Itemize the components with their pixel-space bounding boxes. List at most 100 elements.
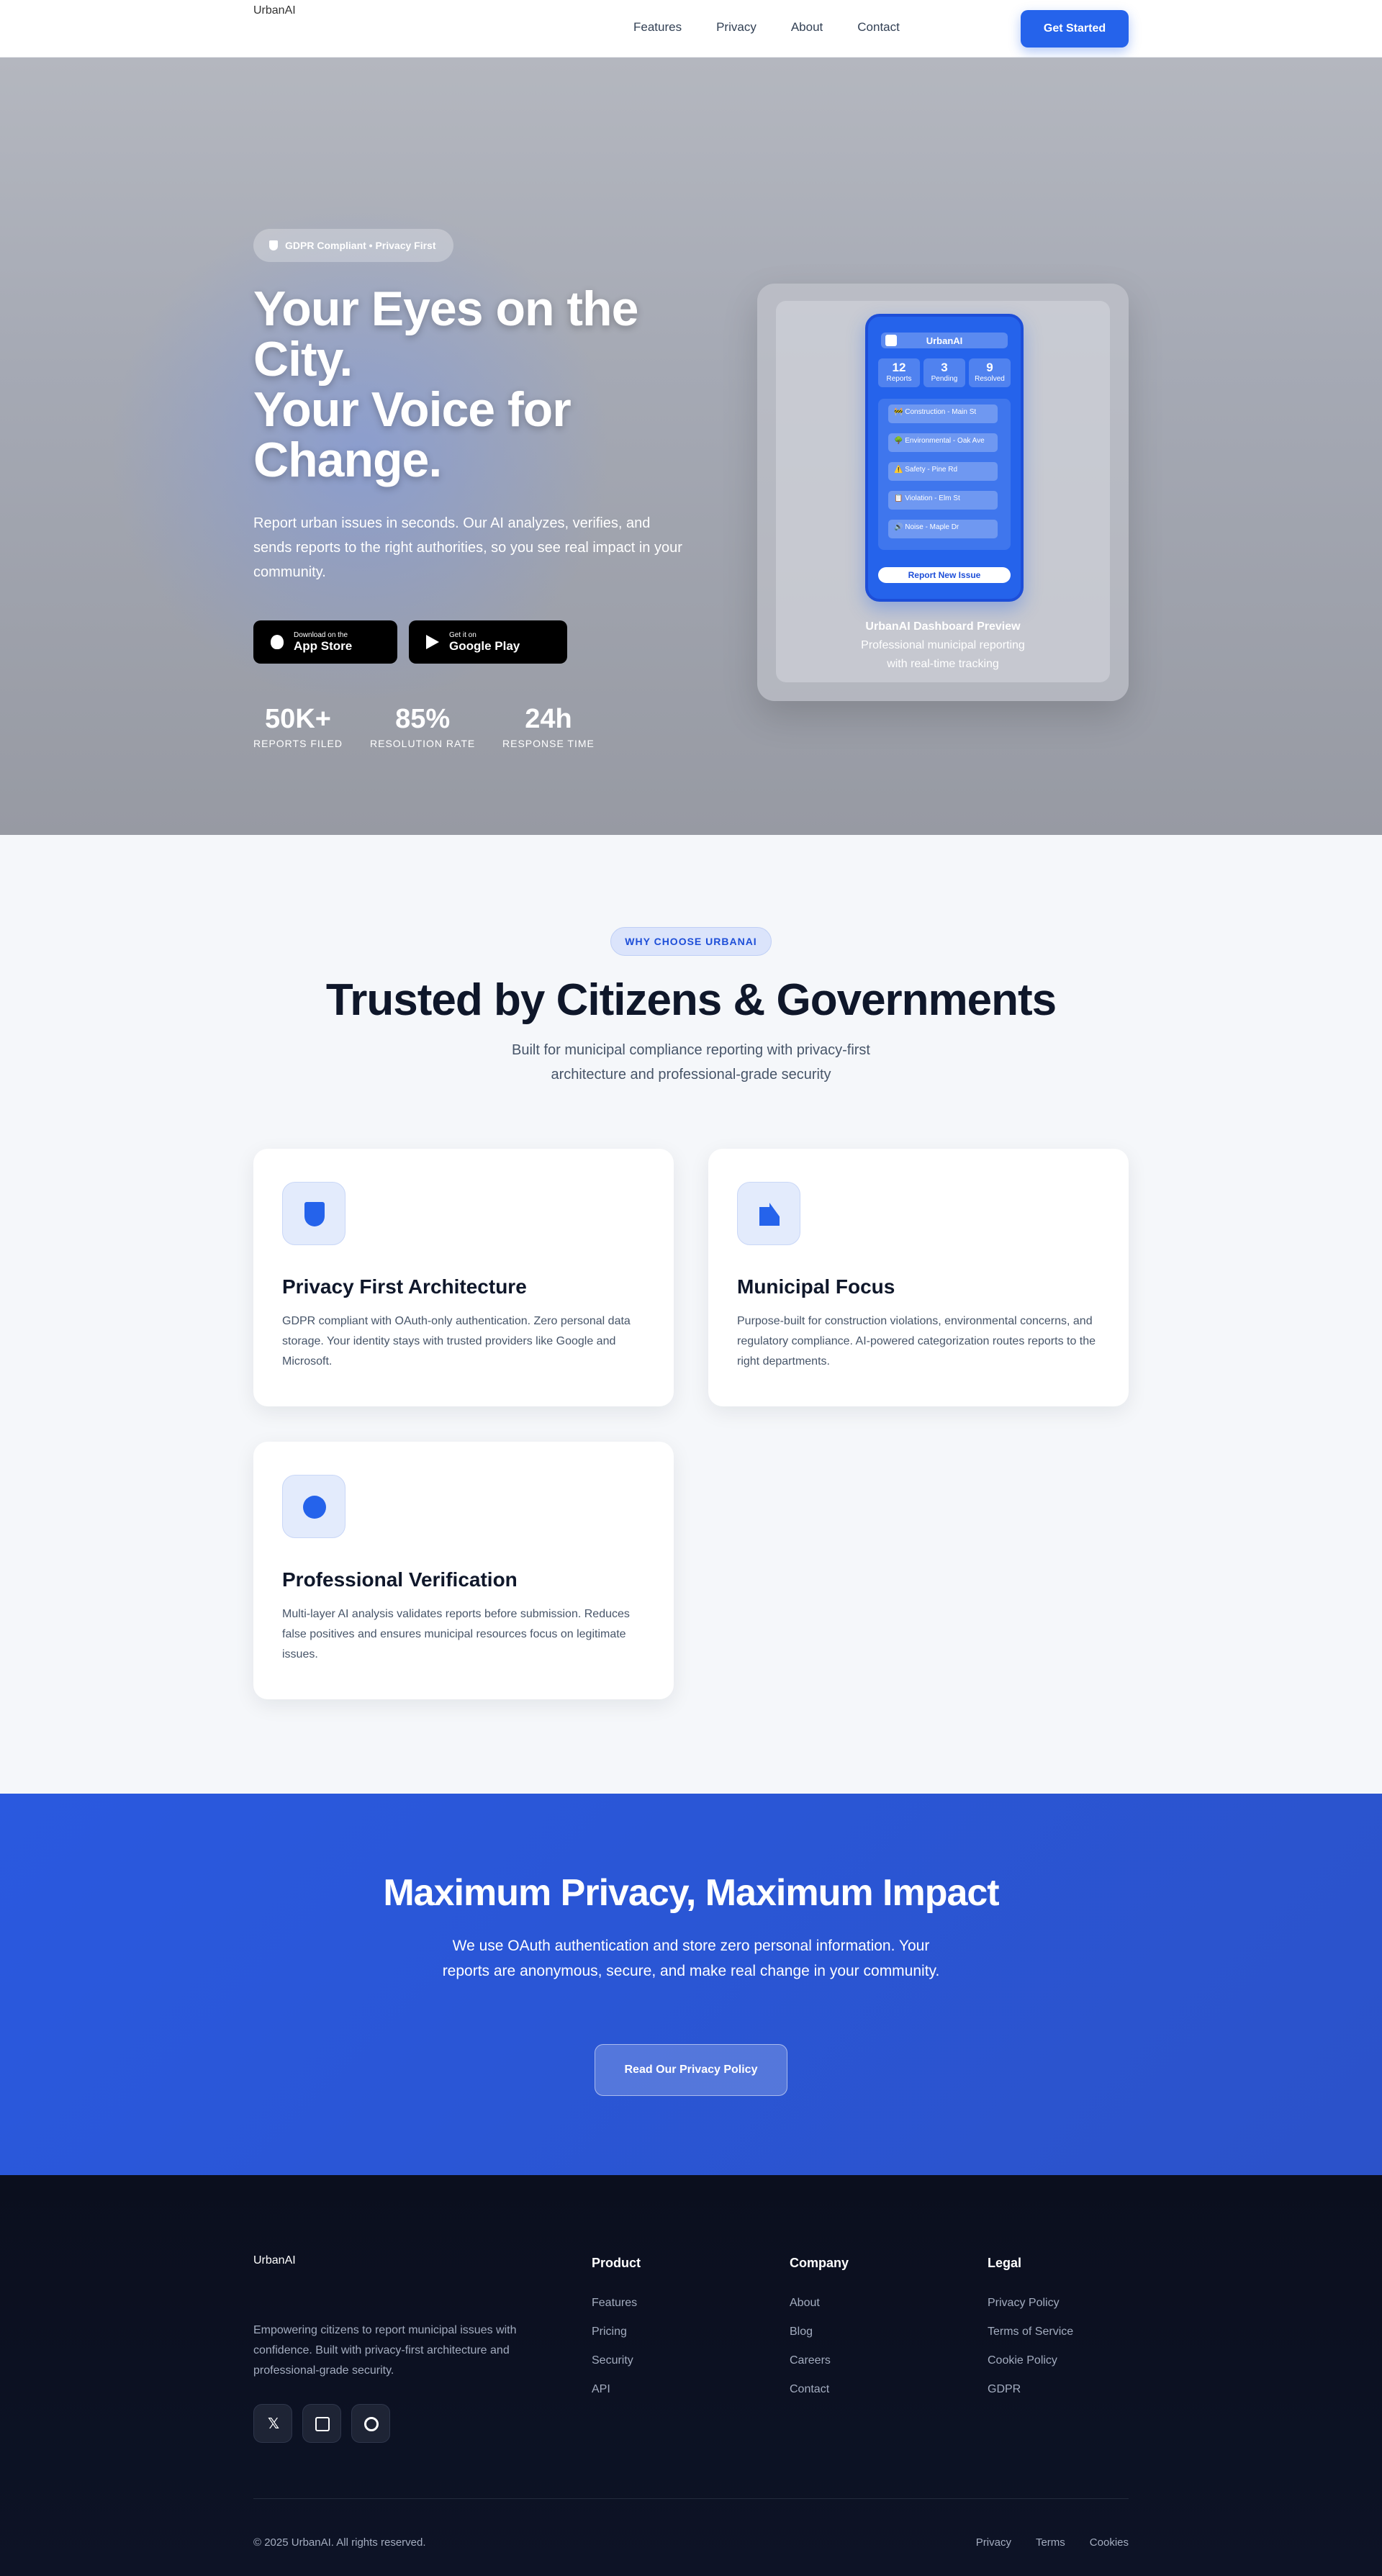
phone-stat-label: Resolved [975, 375, 1005, 383]
feature-icon-box [737, 1182, 800, 1245]
gdpr-badge: GDPR Compliant • Privacy First [253, 229, 453, 262]
footer-bottom-links: Privacy Terms Cookies [976, 2536, 1129, 2549]
google-play-button[interactable]: Get it on Google Play [409, 620, 567, 664]
footer-heading: Company [790, 2256, 849, 2270]
app-store-button[interactable]: Download on the App Store [253, 620, 397, 664]
privacy-policy-button[interactable]: Read Our Privacy Policy [595, 2044, 787, 2096]
dashboard-caption-sub: Professional municipal reporting with re… [861, 639, 1025, 670]
nav-link-features[interactable]: Features [633, 20, 682, 35]
stat-label: RESPONSE TIME [502, 738, 595, 749]
nav-link-privacy[interactable]: Privacy [716, 20, 757, 35]
footer-logo[interactable]: UrbanAI [253, 2254, 296, 2267]
gdpr-badge-label: GDPR Compliant • Privacy First [285, 240, 436, 251]
privacy-section: Maximum Privacy, Maximum Impact We use O… [0, 1794, 1382, 2175]
privacy-title: Maximum Privacy, Maximum Impact [383, 1872, 999, 1914]
section-pill: WHY CHOOSE URBANAI [610, 927, 772, 956]
app-logo-icon [885, 335, 897, 346]
feature-card-municipal: Municipal Focus Purpose-built for constr… [708, 1149, 1129, 1406]
x-social-button[interactable]: 𝕏 [253, 2404, 292, 2443]
stat-response: 24h RESPONSE TIME [502, 704, 595, 749]
app-store-small: Download on the [294, 631, 348, 639]
footer: UrbanAI Empowering citizens to report mu… [0, 2175, 1382, 2576]
footer-column-legal: Legal Privacy Policy Terms of Service Co… [988, 2256, 1073, 2412]
phone-header: UrbanAI [881, 333, 1008, 348]
stat-reports: 50K+ REPORTS FILED [253, 704, 343, 749]
bottom-link-privacy[interactable]: Privacy [976, 2536, 1011, 2549]
phone-mockup: UrbanAI 12 Reports 3 Pending 9 Resolved … [865, 314, 1024, 602]
list-item: ⚠️ Safety - Pine Rd [888, 462, 998, 481]
footer-link-contact[interactable]: Contact [790, 2383, 849, 2396]
footer-link-gdpr[interactable]: GDPR [988, 2383, 1073, 2396]
privacy-text: We use OAuth authentication and store ze… [442, 1938, 940, 1979]
apple-icon [271, 635, 284, 649]
stat-value: 24h [525, 704, 572, 734]
footer-link-features[interactable]: Features [592, 2297, 641, 2310]
copyright: © 2025 UrbanAI. All rights reserved. [253, 2536, 426, 2549]
github-icon [364, 2417, 379, 2431]
phone-app-name: UrbanAI [926, 335, 963, 346]
hero-subtitle: Report urban issues in seconds. Our AI a… [253, 515, 682, 580]
play-icon [426, 635, 439, 649]
app-store-big: App Store [294, 638, 353, 653]
footer-link-terms[interactable]: Terms of Service [988, 2326, 1073, 2338]
phone-stat-label: Reports [886, 375, 912, 383]
x-icon: 𝕏 [267, 2416, 280, 2432]
linkedin-icon [315, 2417, 330, 2431]
nav-link-about[interactable]: About [791, 20, 823, 35]
list-item: 🌳 Environmental - Oak Ave [888, 433, 998, 452]
footer-link-api[interactable]: API [592, 2383, 641, 2396]
stat-label: REPORTS FILED [253, 738, 343, 749]
phone-stat-value: 3 [941, 361, 948, 374]
list-item: 🔊 Noise - Maple Dr [888, 520, 998, 538]
stat-value: 85% [395, 704, 451, 734]
footer-heading: Product [592, 2256, 641, 2270]
nav-link-contact[interactable]: Contact [857, 20, 900, 35]
footer-link-cookie-policy[interactable]: Cookie Policy [988, 2354, 1073, 2367]
shield-icon [269, 240, 278, 250]
dashboard-caption: UrbanAI Dashboard Preview Professional m… [776, 618, 1110, 674]
feature-icon-box [282, 1475, 346, 1538]
stat-label: RESOLUTION RATE [370, 738, 476, 749]
feature-icon-box [282, 1182, 346, 1245]
get-started-button[interactable]: Get Started [1021, 10, 1129, 48]
list-item: 📋 Violation - Elm St [888, 491, 998, 510]
feature-card-verification: Professional Verification Multi-layer AI… [253, 1442, 674, 1699]
footer-link-about[interactable]: About [790, 2297, 849, 2310]
feature-text: Purpose-built for construction violation… [737, 1315, 1096, 1368]
linkedin-social-button[interactable] [302, 2404, 341, 2443]
phone-stat-value: 12 [892, 361, 906, 374]
dashboard-caption-title: UrbanAI Dashboard Preview [865, 620, 1021, 633]
feature-text: GDPR compliant with OAuth-only authentic… [282, 1315, 631, 1368]
hero-title: Your Eyes on the City. Your Voice for Ch… [253, 284, 685, 485]
feature-text: Multi-layer AI analysis validates report… [282, 1608, 630, 1660]
phone-report-list: 🚧 Construction - Main St 🌳 Environmental… [878, 399, 1011, 550]
stat-resolution: 85% RESOLUTION RATE [370, 704, 475, 749]
feature-title: Privacy First Architecture [282, 1275, 527, 1298]
top-nav: UrbanAI Features Privacy About Contact G… [0, 0, 1382, 58]
list-item: 🚧 Construction - Main St [888, 405, 998, 423]
feature-title: Municipal Focus [737, 1275, 895, 1298]
hero-title-line2: Your Voice for Change. [253, 382, 572, 487]
google-play-small: Get it on [449, 631, 477, 639]
stat-value: 50K+ [265, 704, 331, 734]
footer-divider [253, 2498, 1129, 2499]
footer-heading: Legal [988, 2256, 1022, 2270]
dashboard-preview-inner: UrbanAI 12 Reports 3 Pending 9 Resolved … [776, 301, 1110, 682]
bottom-link-cookies[interactable]: Cookies [1090, 2536, 1129, 2549]
footer-link-security[interactable]: Security [592, 2354, 641, 2367]
footer-column-company: Company About Blog Careers Contact [790, 2256, 849, 2412]
footer-link-blog[interactable]: Blog [790, 2326, 849, 2338]
feature-card-privacy: Privacy First Architecture GDPR complian… [253, 1149, 674, 1406]
building-icon [759, 1203, 780, 1226]
phone-stat-reports: 12 Reports [878, 358, 920, 387]
github-social-button[interactable] [351, 2404, 390, 2443]
dashboard-preview: UrbanAI 12 Reports 3 Pending 9 Resolved … [757, 284, 1129, 701]
bottom-link-terms[interactable]: Terms [1036, 2536, 1065, 2549]
footer-link-privacy-policy[interactable]: Privacy Policy [988, 2297, 1073, 2310]
shield-icon [304, 1202, 325, 1226]
logo[interactable]: UrbanAI [253, 4, 296, 17]
footer-link-careers[interactable]: Careers [790, 2354, 849, 2367]
phone-stat-pending: 3 Pending [923, 358, 965, 387]
phone-stat-label: Pending [931, 375, 958, 383]
footer-link-pricing[interactable]: Pricing [592, 2326, 641, 2338]
